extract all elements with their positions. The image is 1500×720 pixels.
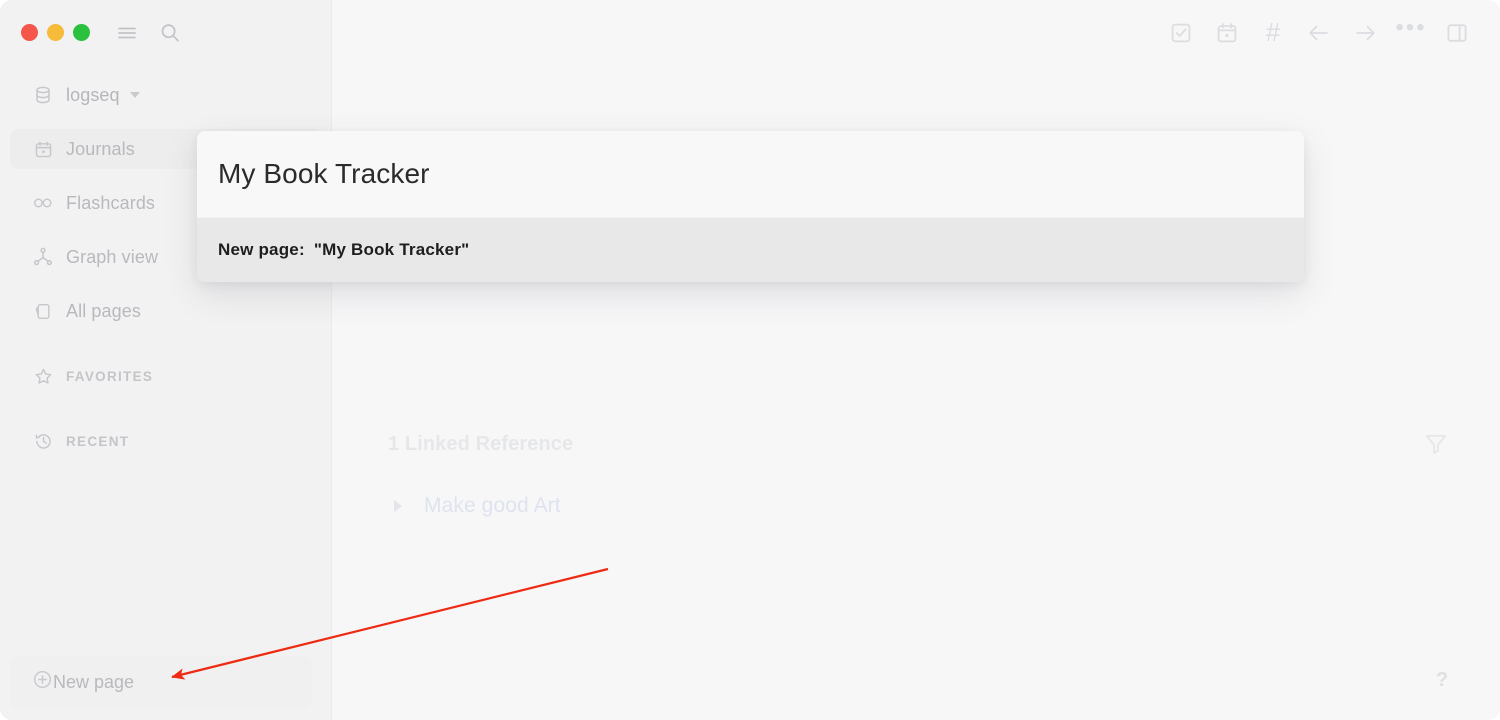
help-button[interactable]: ?: [1426, 664, 1458, 696]
window-close-button[interactable]: [21, 24, 38, 41]
top-toolbar: # •••: [1166, 16, 1472, 48]
todo-checkbox-icon[interactable]: [1166, 18, 1196, 48]
sidebar-item-label: Journals: [66, 138, 135, 159]
left-sidebar: logseq Journals Flashcards Graph view Al…: [0, 0, 332, 720]
sidebar-section-favorites[interactable]: FAVORITES: [10, 356, 322, 396]
linked-reference-item[interactable]: Make good Art: [386, 484, 1442, 528]
history-clock-icon: [32, 430, 54, 452]
calendar-icon: [32, 138, 54, 160]
section-label: RECENT: [66, 433, 130, 449]
search-icon[interactable]: [157, 20, 183, 46]
database-icon: [32, 84, 54, 106]
new-page-prefix-label: New page:: [218, 240, 305, 259]
pages-icon: [32, 300, 54, 322]
graph-name-label: logseq: [66, 84, 120, 105]
linked-references-header: 1 Linked Reference: [388, 433, 574, 455]
search-input[interactable]: [218, 158, 1304, 190]
window-minimize-button[interactable]: [47, 24, 64, 41]
ellipsis-icon[interactable]: •••: [1395, 16, 1426, 48]
window-maximize-button[interactable]: [73, 24, 90, 41]
filter-funnel-icon[interactable]: [1422, 430, 1450, 458]
window-traffic-lights: [21, 24, 90, 41]
sidebar-section-recent[interactable]: RECENT: [10, 421, 322, 461]
hamburger-menu-icon[interactable]: [114, 20, 140, 46]
hash-icon[interactable]: #: [1258, 18, 1288, 48]
right-sidebar-icon[interactable]: [1442, 18, 1472, 48]
search-create-page-modal: New page: "My Book Tracker": [197, 131, 1304, 282]
plus-circle-icon: [32, 669, 53, 695]
sidebar-item-label: Graph view: [66, 246, 159, 267]
calendar-icon[interactable]: [1212, 18, 1242, 48]
star-icon: [32, 365, 54, 387]
reference-page-title[interactable]: Make good Art: [424, 494, 561, 518]
search-result-new-page[interactable]: New page: "My Book Tracker": [197, 218, 1304, 282]
section-label: FAVORITES: [66, 368, 154, 384]
sidebar-item-label: All pages: [66, 300, 141, 321]
arrow-left-icon[interactable]: [1304, 18, 1334, 48]
graph-node-icon: [32, 246, 54, 268]
chevron-down-icon[interactable]: [129, 92, 140, 98]
main-content-area: 1 Linked Reference Make good Art ?: [332, 0, 1500, 720]
search-input-container: [197, 131, 1304, 218]
logseq-app-window: logseq Journals Flashcards Graph view Al…: [0, 0, 1500, 720]
infinity-icon: [32, 192, 54, 214]
collapsed-triangle-icon[interactable]: [394, 500, 402, 512]
arrow-right-icon[interactable]: [1350, 18, 1380, 48]
sidebar-item-all-pages[interactable]: All pages: [10, 291, 322, 331]
graph-selector[interactable]: logseq: [10, 75, 322, 115]
new-page-label: New page: [53, 671, 135, 692]
sidebar-item-label: Flashcards: [66, 192, 156, 213]
new-page-button[interactable]: New page: [10, 656, 312, 708]
new-page-name-label: "My Book Tracker": [313, 240, 470, 259]
